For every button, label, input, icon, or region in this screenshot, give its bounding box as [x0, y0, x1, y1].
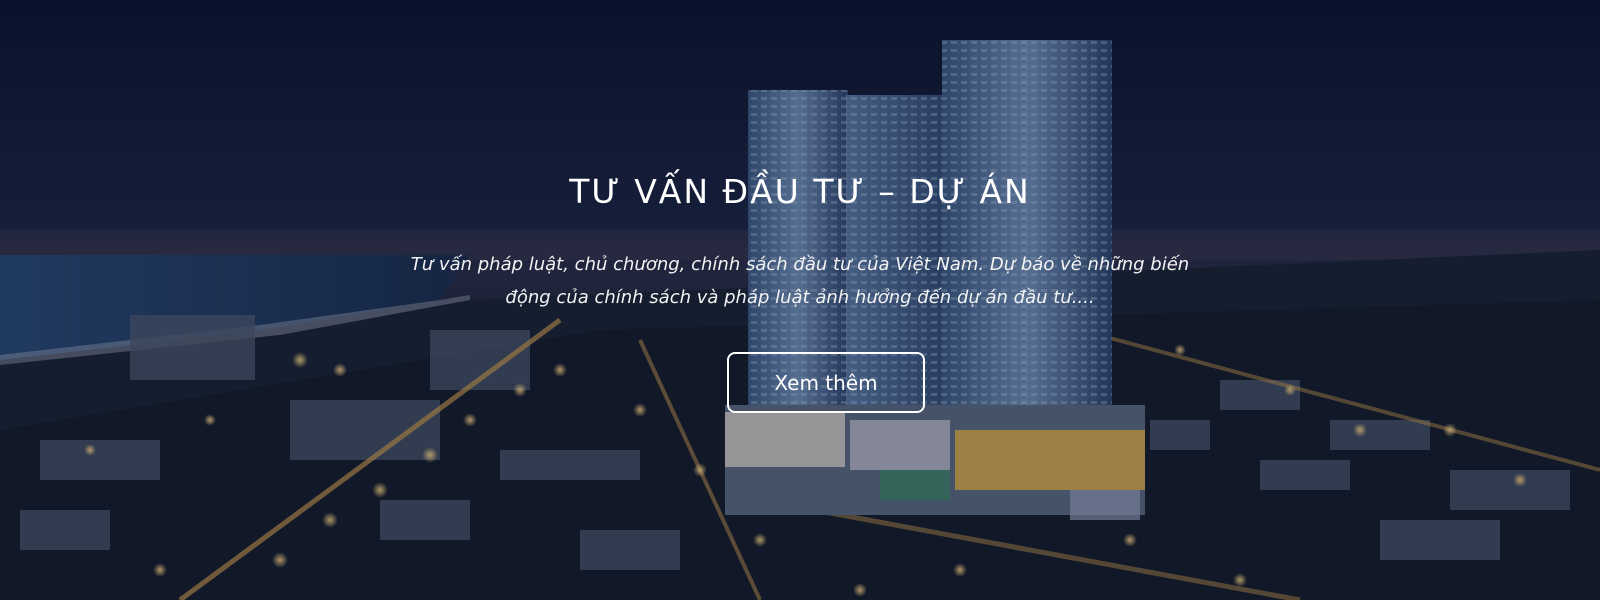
hero-description: Tư vấn pháp luật, chủ chương, chính sách… [410, 254, 1190, 308]
read-more-button[interactable]: Xem thêm [727, 352, 925, 413]
hero-banner: TƯ VẤN ĐẦU TƯ – DỰ ÁN Tư vấn pháp luật, … [0, 0, 1600, 600]
hero-title: TƯ VẤN ĐẦU TƯ – DỰ ÁN [569, 172, 1031, 211]
hero-content: TƯ VẤN ĐẦU TƯ – DỰ ÁN Tư vấn pháp luật, … [0, 0, 1600, 600]
